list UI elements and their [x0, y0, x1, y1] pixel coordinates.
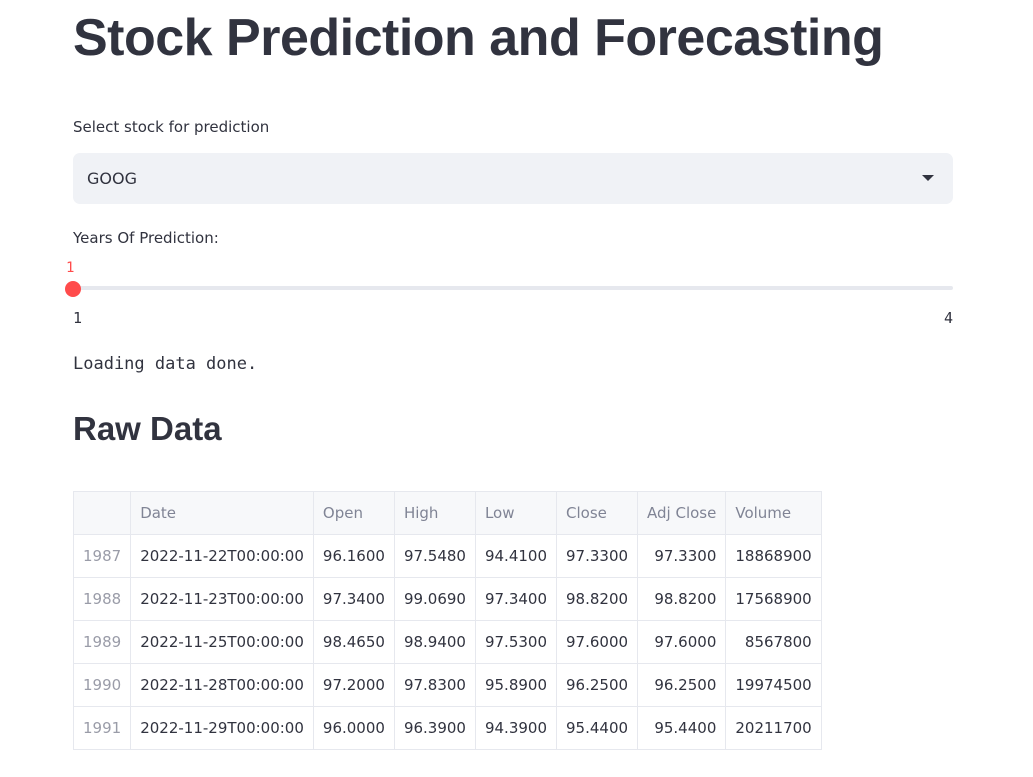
row-index: 1990 [72, 663, 132, 707]
table-header-row: Date Open High Low Close Adj Close Volum… [72, 491, 822, 535]
cell-close: 98.8200 [555, 577, 639, 621]
raw-data-table[interactable]: Date Open High Low Close Adj Close Volum… [72, 491, 822, 750]
cell-open: 98.4650 [312, 620, 395, 664]
raw-data-heading: Raw Data [73, 410, 222, 447]
column-header-open[interactable]: Open [312, 491, 395, 535]
cell-open: 97.3400 [312, 577, 395, 621]
years-slider-track[interactable] [73, 286, 953, 290]
years-slider-max: 4 [943, 309, 953, 327]
cell-high: 97.8300 [393, 663, 476, 707]
stock-select-value: GOOG [87, 169, 137, 188]
row-index: 1987 [72, 534, 132, 578]
column-header-close[interactable]: Close [555, 491, 639, 535]
status-message: Loading data done. [73, 354, 258, 374]
cell-date: 2022-11-25T00:00:00 [130, 620, 314, 664]
cell-close: 97.3300 [555, 534, 639, 578]
cell-date: 2022-11-23T00:00:00 [130, 577, 314, 621]
row-index: 1988 [72, 577, 132, 621]
cell-close: 96.2500 [555, 663, 639, 707]
cell-date: 2022-11-29T00:00:00 [130, 706, 314, 750]
cell-high: 99.0690 [393, 577, 476, 621]
column-header-adj-close[interactable]: Adj Close [637, 491, 727, 535]
table-row: 1990 2022-11-28T00:00:00 97.2000 97.8300… [72, 663, 822, 707]
cell-open: 96.0000 [312, 706, 395, 750]
cell-low: 94.3900 [474, 706, 558, 750]
cell-adj-close: 95.4400 [637, 706, 727, 750]
cell-high: 98.9400 [393, 620, 476, 664]
stock-select-label: Select stock for prediction [73, 118, 270, 136]
cell-volume: 8567800 [725, 620, 822, 664]
cell-volume: 17568900 [725, 577, 822, 621]
chevron-down-icon[interactable] [922, 175, 934, 181]
cell-date: 2022-11-28T00:00:00 [130, 663, 314, 707]
cell-close: 95.4400 [555, 706, 639, 750]
cell-volume: 19974500 [725, 663, 822, 707]
cell-low: 97.3400 [474, 577, 558, 621]
column-header-high[interactable]: High [393, 491, 476, 535]
table-row: 1988 2022-11-23T00:00:00 97.3400 99.0690… [72, 577, 822, 621]
cell-close: 97.6000 [555, 620, 639, 664]
cell-low: 97.5300 [474, 620, 558, 664]
cell-adj-close: 97.6000 [637, 620, 727, 664]
cell-open: 96.1600 [312, 534, 395, 578]
table-row: 1991 2022-11-29T00:00:00 96.0000 96.3900… [72, 706, 822, 750]
cell-low: 94.4100 [474, 534, 558, 578]
cell-adj-close: 96.2500 [637, 663, 727, 707]
cell-adj-close: 97.3300 [637, 534, 727, 578]
cell-volume: 20211700 [725, 706, 822, 750]
column-header-index[interactable] [72, 491, 132, 535]
table-row: 1987 2022-11-22T00:00:00 96.1600 97.5480… [72, 534, 822, 578]
years-slider-label: Years Of Prediction: [73, 229, 219, 247]
column-header-low[interactable]: Low [474, 491, 558, 535]
row-index: 1991 [72, 706, 132, 750]
row-index: 1989 [72, 620, 132, 664]
page-title: Stock Prediction and Forecasting [73, 9, 884, 67]
table-row: 1989 2022-11-25T00:00:00 98.4650 98.9400… [72, 620, 822, 664]
cell-high: 97.5480 [393, 534, 476, 578]
cell-date: 2022-11-22T00:00:00 [130, 534, 314, 578]
cell-high: 96.3900 [393, 706, 476, 750]
cell-low: 95.8900 [474, 663, 558, 707]
cell-volume: 18868900 [725, 534, 822, 578]
years-slider-min: 1 [73, 309, 83, 327]
column-header-date[interactable]: Date [130, 491, 314, 535]
cell-open: 97.2000 [312, 663, 395, 707]
years-slider-value: 1 [66, 260, 75, 276]
cell-adj-close: 98.8200 [637, 577, 727, 621]
stock-select[interactable]: GOOG [73, 153, 953, 204]
column-header-volume[interactable]: Volume [725, 491, 822, 535]
years-slider-thumb[interactable] [65, 281, 81, 297]
